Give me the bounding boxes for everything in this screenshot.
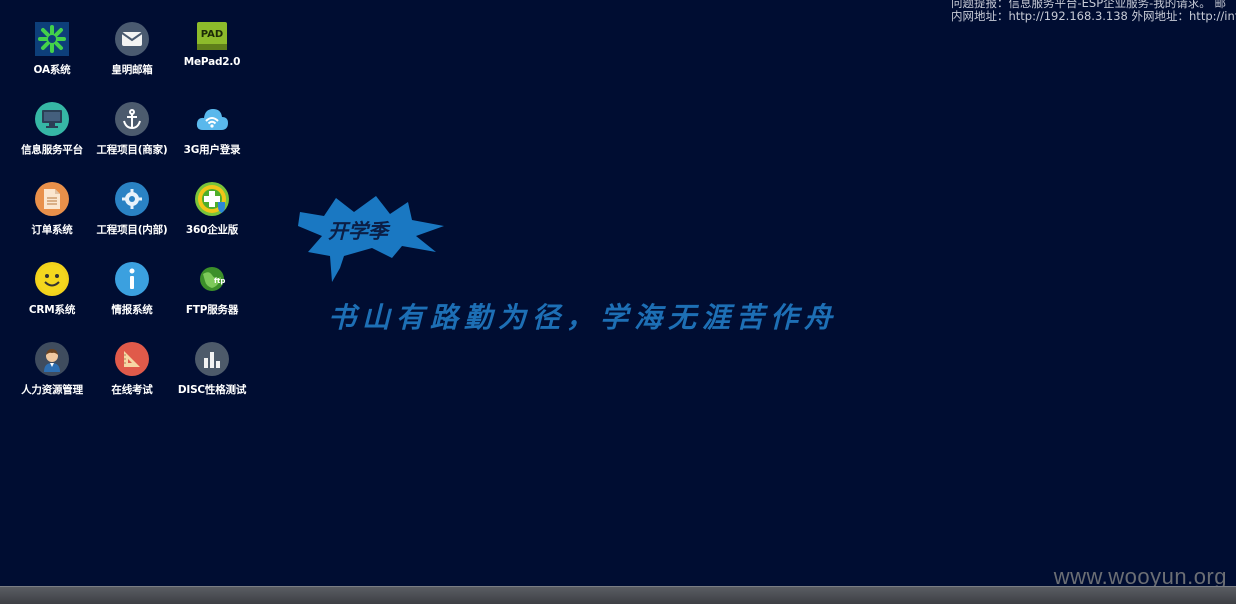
taskbar xyxy=(0,586,1236,604)
app-crm[interactable]: CRM系统 xyxy=(12,260,92,340)
notice-text: 问题提报：信息服务平台-ESP企业服务-我的请求。 邮 内网地址：http://… xyxy=(951,0,1236,23)
pad-icon: PAD xyxy=(197,22,227,50)
app-label: MePad2.0 xyxy=(183,56,241,68)
app-label: 信息服务平台 xyxy=(21,144,83,156)
app-label: 在线考试 xyxy=(111,384,153,396)
oa-icon xyxy=(35,22,69,56)
app-label: OA系统 xyxy=(33,64,71,76)
app-3g-login[interactable]: 3G用户登录 xyxy=(172,100,252,180)
notice-line-1: 问题提报：信息服务平台-ESP企业服务-我的请求。 邮 xyxy=(951,0,1226,10)
app-order-system[interactable]: 订单系统 xyxy=(12,180,92,260)
smiley-icon xyxy=(35,262,69,296)
app-online-exam[interactable]: 在线考试 xyxy=(92,340,172,420)
app-label: 订单系统 xyxy=(31,224,73,236)
app-360-enterprise[interactable]: 360企业版 xyxy=(172,180,252,260)
document-icon xyxy=(35,182,69,216)
app-label: 情报系统 xyxy=(111,304,153,316)
wifi-cloud-icon xyxy=(195,102,229,136)
svg-text:PAD: PAD xyxy=(201,29,223,40)
app-info-platform[interactable]: 信息服务平台 xyxy=(12,100,92,180)
app-hr-management[interactable]: 人力资源管理 xyxy=(12,340,92,420)
back-to-school-banner: 开学季 xyxy=(296,194,456,288)
app-oa[interactable]: OA系统 xyxy=(12,20,92,100)
app-label: 360企业版 xyxy=(185,224,239,236)
starburst-badge: 开学季 xyxy=(298,196,444,282)
shield-plus-icon xyxy=(195,182,229,216)
app-intel-system[interactable]: 情报系统 xyxy=(92,260,172,340)
app-label: 皇明邮箱 xyxy=(111,64,153,76)
anchor-icon xyxy=(115,102,149,136)
notice-line-2: 内网地址：http://192.168.3.138 外网地址：http://in… xyxy=(951,10,1236,23)
monitor-icon xyxy=(35,102,69,136)
app-mepad[interactable]: PAD MePad2.0 xyxy=(172,20,252,100)
ruler-triangle-icon xyxy=(115,342,149,376)
app-mail[interactable]: 皇明邮箱 xyxy=(92,20,172,100)
app-label: 工程项目(商家) xyxy=(96,144,168,156)
desktop-app-grid: OA系统 皇明邮箱 PAD MePad2.0 信息服务平台 工程项目(商家) 3… xyxy=(12,20,252,420)
motto-text: 书山有路勤为径，学海无涯苦作舟 xyxy=(328,301,839,334)
info-icon xyxy=(115,262,149,296)
app-ftp-server[interactable]: ftp FTP服务器 xyxy=(172,260,252,340)
badge-text: 开学季 xyxy=(328,219,391,243)
app-label: FTP服务器 xyxy=(185,304,239,316)
app-label: DISC性格测试 xyxy=(177,384,247,396)
gear-icon xyxy=(115,182,149,216)
app-project-internal[interactable]: 工程项目(内部) xyxy=(92,180,172,260)
app-label: 工程项目(内部) xyxy=(96,224,168,236)
app-label: 3G用户登录 xyxy=(183,144,241,156)
app-disc-test[interactable]: DISC性格测试 xyxy=(172,340,252,420)
svg-text:ftp: ftp xyxy=(214,277,225,285)
app-label: CRM系统 xyxy=(28,304,76,316)
mail-icon xyxy=(115,22,149,56)
bar-chart-icon xyxy=(195,342,229,376)
app-label: 人力资源管理 xyxy=(21,384,83,396)
person-icon xyxy=(35,342,69,376)
ftp-globe-icon: ftp xyxy=(195,262,229,296)
app-project-merchant[interactable]: 工程项目(商家) xyxy=(92,100,172,180)
